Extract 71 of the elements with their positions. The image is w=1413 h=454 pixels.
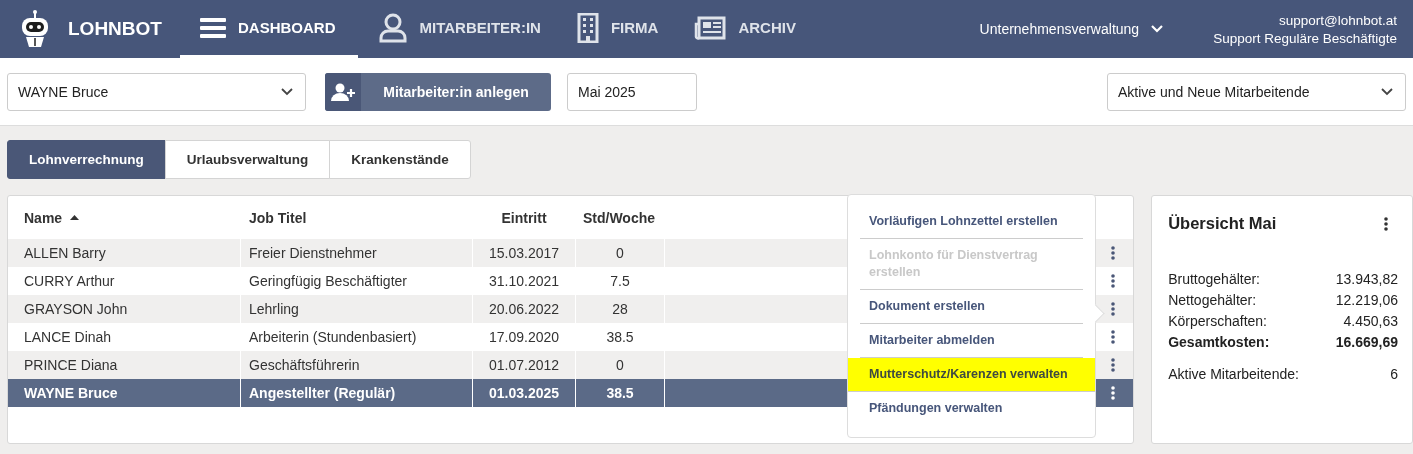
table-cell: CURRY Arthur xyxy=(24,273,115,289)
table-cell: LANCE Dinah xyxy=(24,329,112,345)
table-cell: Arbeiterin (Stundenbasiert) xyxy=(249,329,417,345)
nav-tab[interactable]: MITARBEITER:IN xyxy=(361,0,557,58)
table-cell: 7.5 xyxy=(610,273,630,289)
tab[interactable]: Lohnverrechnung xyxy=(7,140,166,179)
tab[interactable]: Krankenstände xyxy=(329,140,471,179)
summary-label: Aktive Mitarbeitende: xyxy=(1168,366,1299,382)
column-header[interactable]: Job Titel xyxy=(249,209,307,226)
table-cell: ALLEN Barry xyxy=(24,245,106,261)
table-cell: 15.03.2017 xyxy=(488,245,560,261)
user-icon xyxy=(377,12,408,43)
month-field[interactable]: Mai 2025 xyxy=(567,72,697,111)
summary-label: Körperschaften: xyxy=(1168,313,1267,329)
table-cell: 38.5 xyxy=(606,385,634,401)
table-cell: 01.03.2025 xyxy=(488,385,560,401)
newspaper-icon xyxy=(694,15,727,40)
summary-title: Übersicht Mai xyxy=(1168,214,1277,233)
building-icon xyxy=(576,12,599,43)
table-cell: 28 xyxy=(612,301,628,317)
table-cell: 0 xyxy=(616,245,624,261)
table-cell: 0 xyxy=(616,357,624,373)
summary-value: 13.943,82 xyxy=(1335,271,1398,287)
employee-filter-select[interactable]: Aktive und Neue Mitarbeitende xyxy=(1107,72,1406,111)
more-options-icon[interactable] xyxy=(1111,358,1116,372)
summary-value: 6 xyxy=(1390,366,1398,382)
column-header[interactable]: Std/Woche xyxy=(582,209,656,226)
table-cell: Geschäftsführerin xyxy=(249,357,360,373)
more-options-icon[interactable] xyxy=(1111,274,1116,288)
company-menu[interactable]: Unternehmensverwaltung xyxy=(979,0,1214,58)
chevron-down-icon xyxy=(281,87,293,96)
user-plus-icon xyxy=(331,82,355,101)
table-cell: GRAYSON John xyxy=(24,301,128,317)
summary-value: 12.219,06 xyxy=(1335,292,1398,308)
menu-item[interactable]: Vorläufigen Lohnzettel erstellen xyxy=(860,205,1083,239)
more-options-icon[interactable] xyxy=(1111,246,1116,260)
menu-item[interactable]: Dokument erstellen xyxy=(860,290,1083,324)
table-cell: PRINCE Diana xyxy=(24,357,118,373)
chevron-down-icon xyxy=(1151,25,1164,33)
summary-value: 16.669,69 xyxy=(1335,334,1398,350)
menu-item[interactable]: Mutterschutz/Karenzen verwalten xyxy=(848,358,1095,392)
column-header[interactable]: Name xyxy=(24,209,63,226)
table-cell: 38.5 xyxy=(606,329,634,345)
table-cell: Freier Dienstnehmer xyxy=(249,245,377,261)
summary-label: Bruttogehälter: xyxy=(1168,271,1260,287)
user-role: Support Reguläre Beschäftigte xyxy=(1213,30,1397,46)
table-cell: 17.09.2020 xyxy=(488,329,560,345)
chevron-down-icon xyxy=(1381,87,1393,96)
summary-value: 4.450,63 xyxy=(1343,313,1398,329)
more-options-icon[interactable] xyxy=(1111,386,1116,400)
employee-select[interactable]: WAYNE Bruce xyxy=(7,72,306,111)
column-header[interactable]: Eintritt xyxy=(501,209,547,226)
table-cell: WAYNE Bruce xyxy=(24,385,118,401)
menu-icon xyxy=(200,16,226,39)
table-cell: 01.07.2012 xyxy=(488,357,560,373)
summary-label: Nettogehälter: xyxy=(1168,292,1257,308)
user-email: support@lohnbot.at xyxy=(1278,12,1397,28)
table-cell: Geringfügig Beschäftigter xyxy=(249,273,407,289)
summary-label: Gesamtkosten: xyxy=(1168,334,1270,350)
table-cell: Lehrling xyxy=(249,301,299,317)
more-options-icon[interactable] xyxy=(1384,216,1388,231)
table-cell: 20.06.2022 xyxy=(488,301,560,317)
add-employee-button[interactable]: Mitarbeiter:in anlegen xyxy=(325,72,551,111)
tab[interactable]: Urlaubsverwaltung xyxy=(164,140,331,179)
more-options-icon[interactable] xyxy=(1111,302,1116,316)
table-cell: 31.10.2021 xyxy=(488,273,560,289)
table-cell: Angestellter (Regulär) xyxy=(249,385,396,401)
nav-tab[interactable]: FIRMA xyxy=(560,0,675,58)
brand-name: LOHNBOT xyxy=(68,18,162,40)
nav-tab[interactable]: ARCHIV xyxy=(678,0,812,58)
more-options-icon[interactable] xyxy=(1111,330,1116,344)
